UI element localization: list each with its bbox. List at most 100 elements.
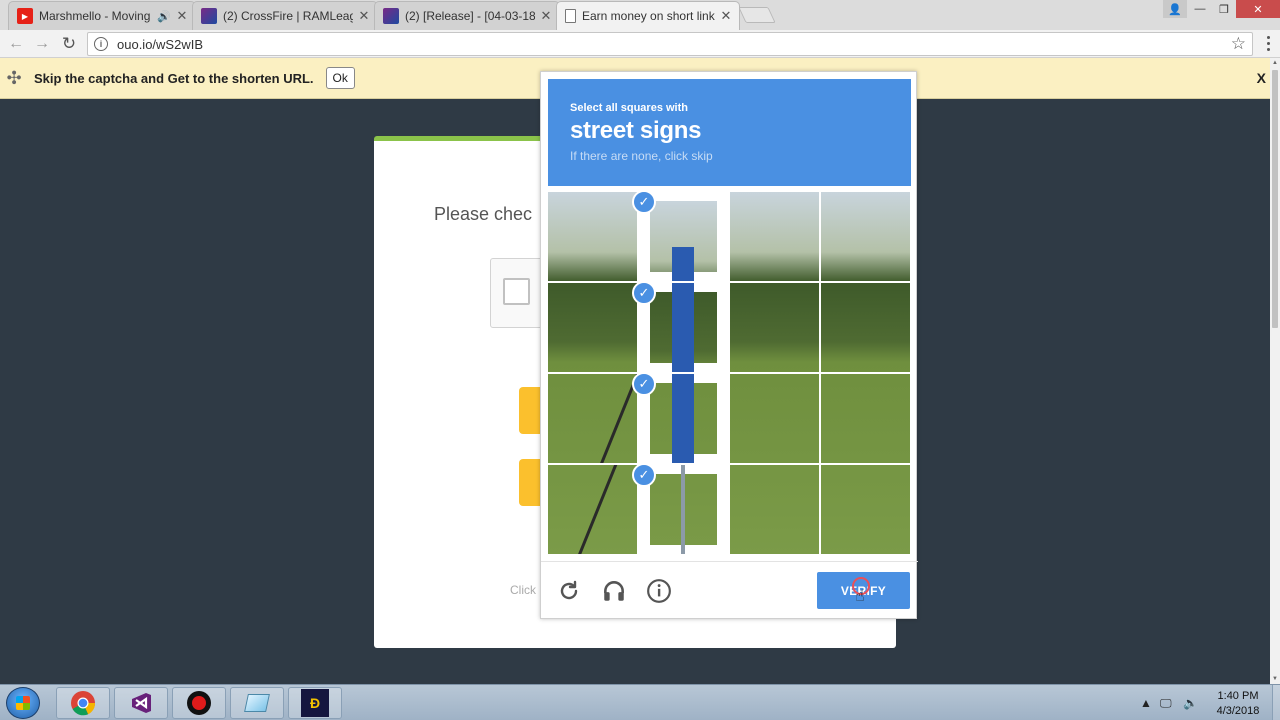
clock-date: 4/3/2018	[1216, 705, 1260, 717]
help-info-icon[interactable]	[645, 577, 673, 605]
tile-image	[730, 192, 819, 281]
street-sign	[681, 465, 685, 554]
page-icon	[565, 9, 576, 23]
tray-expand-icon[interactable]: ▲	[1140, 685, 1152, 720]
challenge-header: Select all squares with street signs If …	[548, 79, 911, 186]
hand-cursor-icon: ☝	[855, 588, 865, 605]
clock-time: 1:40 PM	[1217, 690, 1259, 702]
tile-image	[730, 374, 819, 463]
close-infobar-button[interactable]: X	[1257, 70, 1266, 86]
challenge-footer: VERIFY ☝	[541, 561, 918, 620]
image-tile[interactable]	[730, 283, 819, 372]
tile-image	[548, 283, 637, 372]
tab-strip: ▶ Marshmello - Moving 🔊 ✕ (2) CrossFire …	[0, 0, 1280, 30]
profile-icon[interactable]: 👤	[1163, 0, 1187, 18]
visual-studio-icon	[132, 693, 151, 713]
taskbar-chrome[interactable]	[56, 687, 110, 719]
tab-crossfire-ramleague[interactable]: (2) CrossFire | RAMLeague ✕	[192, 1, 378, 30]
vertical-scrollbar[interactable]: ▲ ▼	[1270, 58, 1280, 684]
url-text: ouo.io/wS2wIB	[117, 36, 203, 52]
image-tile[interactable]	[548, 374, 637, 463]
street-sign	[672, 247, 694, 281]
selected-check-icon: ✓	[632, 281, 656, 305]
image-tile[interactable]	[821, 374, 910, 463]
challenge-hint: If there are none, click skip	[570, 149, 713, 163]
reload-challenge-icon[interactable]	[555, 577, 583, 605]
chrome-icon	[71, 691, 96, 716]
scroll-down-icon[interactable]: ▼	[1270, 676, 1280, 682]
tile-image	[821, 465, 910, 554]
challenge-instruction: Select all squares with	[570, 102, 688, 114]
tab-title: Marshmello - Moving	[39, 9, 151, 23]
tile-image	[548, 465, 637, 554]
info-icon[interactable]: i	[94, 37, 108, 51]
audio-challenge-icon[interactable]	[600, 577, 628, 605]
bookmark-star-icon[interactable]: ☆	[1231, 34, 1246, 54]
taskbar-recorder[interactable]	[172, 687, 226, 719]
show-desktop-button[interactable]	[1272, 685, 1280, 720]
recaptcha-checkbox[interactable]	[503, 278, 530, 305]
browser-toolbar: ← → ↻ i ouo.io/wS2wIB ☆	[0, 30, 1280, 58]
scroll-up-icon[interactable]: ▲	[1270, 60, 1280, 66]
close-tab-icon[interactable]: ✕	[175, 8, 189, 24]
back-icon[interactable]: ←	[6, 34, 26, 54]
image-tile[interactable]	[730, 374, 819, 463]
infobar-message: Skip the captcha and Get to the shorten …	[34, 70, 314, 86]
windows-taskbar: Ð ▲ 🖵 🔈 1:40 PM 4/3/2018	[0, 684, 1280, 720]
close-tab-icon[interactable]: ✕	[539, 8, 553, 24]
game-launcher-icon: Ð	[301, 689, 329, 717]
street-sign	[672, 374, 694, 463]
tile-image	[548, 374, 637, 463]
recaptcha-challenge: Select all squares with street signs If …	[540, 71, 918, 620]
image-tile[interactable]	[821, 283, 910, 372]
reload-icon[interactable]: ↻	[59, 34, 79, 54]
image-tile[interactable]	[821, 192, 910, 281]
image-tile[interactable]	[821, 465, 910, 554]
youtube-icon: ▶	[17, 8, 33, 24]
image-tile[interactable]	[730, 465, 819, 554]
taskbar-game-launcher[interactable]: Ð	[288, 687, 342, 719]
tablet-app-icon	[244, 694, 270, 712]
tab-title: Earn money on short link	[582, 9, 715, 23]
puzzle-piece-icon: ✣	[6, 67, 22, 88]
tile-image	[821, 283, 910, 372]
network-icon[interactable]: 🖵	[1160, 685, 1172, 720]
recorder-icon	[187, 691, 211, 715]
click-text: Click	[510, 583, 536, 597]
selected-check-icon: ✓	[632, 190, 656, 214]
tab-marshmello[interactable]: ▶ Marshmello - Moving 🔊 ✕	[8, 1, 196, 30]
taskbar-visual-studio[interactable]	[114, 687, 168, 719]
minimize-icon[interactable]: —	[1188, 0, 1212, 18]
tile-image	[730, 283, 819, 372]
new-tab-button[interactable]	[738, 7, 776, 23]
image-tile[interactable]	[548, 465, 637, 554]
chrome-menu-icon[interactable]	[1262, 36, 1274, 51]
start-button[interactable]	[6, 687, 40, 719]
close-tab-icon[interactable]: ✕	[357, 8, 371, 24]
maximize-icon[interactable]: ❐	[1212, 0, 1236, 18]
page-prompt: Please chec	[434, 204, 533, 224]
image-tile-grid: ✓ ✓ ✓ ✓	[548, 190, 911, 555]
system-clock[interactable]: 1:40 PM 4/3/2018	[1210, 689, 1266, 719]
forward-icon[interactable]: →	[32, 34, 52, 54]
close-window-icon[interactable]: ✕	[1236, 0, 1280, 18]
ok-button[interactable]: Ok	[325, 67, 355, 89]
tile-image	[821, 374, 910, 463]
tile-image	[821, 192, 910, 281]
scrollbar-thumb[interactable]	[1272, 70, 1278, 328]
volume-icon[interactable]: 🔈	[1183, 685, 1198, 720]
crossfire-icon	[383, 8, 399, 24]
image-tile[interactable]	[730, 192, 819, 281]
address-bar[interactable]: i ouo.io/wS2wIB ☆	[87, 32, 1253, 56]
speaker-icon[interactable]: 🔊	[157, 10, 171, 23]
tab-release[interactable]: (2) [Release] - [04-03-18] ✕	[374, 1, 560, 30]
selected-check-icon: ✓	[632, 463, 656, 487]
image-tile[interactable]	[548, 283, 637, 372]
close-tab-icon[interactable]: ✕	[719, 8, 733, 24]
image-tile[interactable]	[548, 192, 637, 281]
tab-earn-money[interactable]: Earn money on short link ✕	[556, 1, 740, 30]
crossfire-icon	[201, 8, 217, 24]
taskbar-tablet-app[interactable]	[230, 687, 284, 719]
tab-title: (2) CrossFire | RAMLeague	[223, 9, 353, 23]
tile-image	[548, 192, 637, 281]
